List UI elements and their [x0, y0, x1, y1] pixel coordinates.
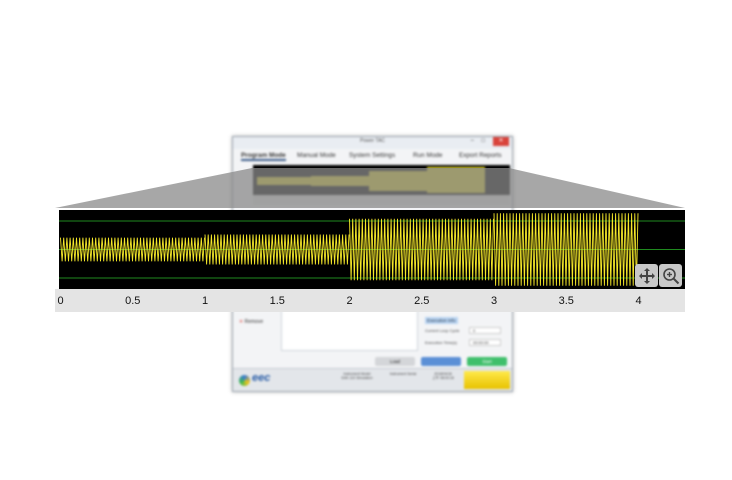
zoomed-plot: 0 0.5 1 1.5 2 2.5 3 3.5 4: [55, 208, 685, 312]
x-tick-label: 3: [490, 295, 498, 307]
waveform-svg: [59, 213, 685, 286]
x-tick-label: 2: [346, 295, 353, 307]
x-tick-label: 4: [635, 295, 642, 307]
pan-tool-button[interactable]: [635, 264, 658, 287]
x-tick-label: 1: [201, 295, 209, 307]
x-axis: [55, 289, 685, 312]
move-arrows-icon: [638, 267, 655, 284]
plot-area[interactable]: [59, 210, 685, 289]
x-tick-label: 2.5: [414, 295, 430, 307]
zoom-tool-button[interactable]: [659, 264, 682, 287]
x-tick-label: 1.5: [269, 295, 285, 307]
magnifier-plus-icon: [662, 267, 679, 284]
x-tick-label: 3.5: [558, 295, 574, 307]
zoom-callout-shape: [55, 168, 685, 208]
x-tick-label: 0.5: [125, 295, 141, 307]
x-tick-label: 0: [57, 295, 64, 307]
